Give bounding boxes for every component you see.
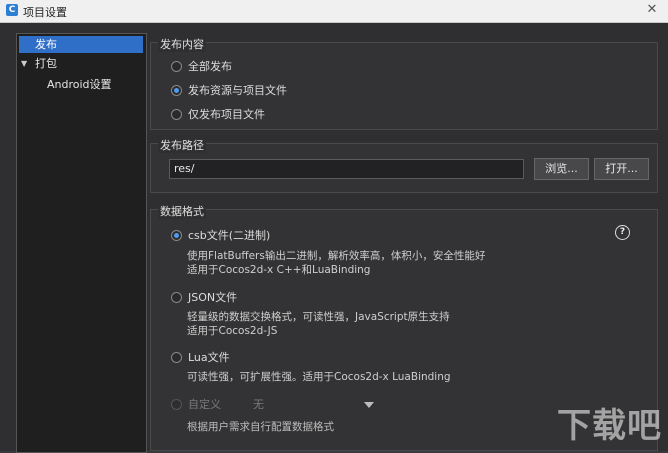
radio-publish-project-only[interactable]: 仅发布项目文件 xyxy=(171,107,265,123)
custom-description-line1: 根据用户需求自行配置数据格式 xyxy=(187,421,334,433)
radio-label: 发布资源与项目文件 xyxy=(188,84,287,97)
radio-publish-all[interactable]: 全部发布 xyxy=(171,59,232,75)
dropdown-arrow-icon[interactable] xyxy=(364,402,374,408)
settings-content: 发布内容 全部发布 发布资源与项目文件 仅发布项目文件 发布路径 res/ 浏览… xyxy=(148,30,660,451)
radio-label: 仅发布项目文件 xyxy=(188,108,265,121)
publish-content-group: 发布内容 全部发布 发布资源与项目文件 仅发布项目文件 xyxy=(150,36,658,130)
sidebar-item-package[interactable]: ▼ 打包 xyxy=(19,55,143,72)
radio-format-lua[interactable]: Lua文件 xyxy=(171,350,230,366)
radio-button[interactable] xyxy=(171,291,182,303)
close-icon[interactable]: ✕ xyxy=(644,2,660,18)
custom-format-combo-value[interactable]: 无 xyxy=(253,397,264,413)
radio-button[interactable] xyxy=(171,60,182,72)
publish-path-title: 发布路径 xyxy=(158,137,206,153)
radio-label: Lua文件 xyxy=(188,351,230,364)
radio-format-custom[interactable]: 自定义 无 xyxy=(171,397,391,413)
lua-description-line1: 可读性强，可扩展性强。适用于Cocos2d-x LuaBinding xyxy=(187,371,451,383)
sidebar-item-label: 打包 xyxy=(35,57,57,70)
radio-format-json[interactable]: JSON文件 xyxy=(171,290,237,306)
data-format-title: 数据格式 xyxy=(158,203,206,219)
radio-publish-resources-and-project[interactable]: 发布资源与项目文件 xyxy=(171,83,287,99)
csb-description-line2: 适用于Cocos2d-x C++和LuaBinding xyxy=(187,264,371,276)
watermark-logo: 下载吧 xyxy=(557,406,662,446)
sidebar-item-publish[interactable]: 发布 xyxy=(19,36,143,53)
radio-label: JSON文件 xyxy=(188,291,238,304)
radio-label: csb文件(二进制) xyxy=(188,229,271,242)
sidebar: 发布 ▼ 打包 Android设置 xyxy=(16,33,147,453)
radio-format-csb[interactable]: csb文件(二进制) xyxy=(171,228,270,244)
sidebar-item-android-settings[interactable]: Android设置 xyxy=(19,76,143,93)
sidebar-item-label: 发布 xyxy=(35,38,57,51)
publish-path-group: 发布路径 res/ 浏览... 打开... xyxy=(150,137,658,193)
publish-path-input[interactable]: res/ xyxy=(169,159,524,179)
csb-description-line1: 使用FlatBuffers输出二进制，解析效率高，体积小，安全性能好 xyxy=(187,250,486,262)
radio-button[interactable] xyxy=(171,229,182,241)
help-icon[interactable]: ? xyxy=(615,225,630,240)
open-button[interactable]: 打开... xyxy=(594,158,649,180)
radio-button[interactable] xyxy=(171,351,182,363)
publish-content-title: 发布内容 xyxy=(158,36,206,52)
app-icon: C xyxy=(6,4,18,16)
radio-button[interactable] xyxy=(171,398,182,410)
radio-label: 全部发布 xyxy=(188,60,232,73)
sidebar-item-label: Android设置 xyxy=(47,78,112,91)
browse-button[interactable]: 浏览... xyxy=(534,158,589,180)
json-description-line1: 轻量级的数据交换格式，可读性强，JavaScript原生支持 xyxy=(187,311,450,323)
title-bar: C 项目设置 ✕ xyxy=(0,0,668,23)
radio-button[interactable] xyxy=(171,84,182,96)
radio-button[interactable] xyxy=(171,108,182,120)
radio-label: 自定义 xyxy=(188,398,221,411)
json-description-line2: 适用于Cocos2d-JS xyxy=(187,325,278,337)
window-title: 项目设置 xyxy=(23,6,67,19)
chevron-down-icon[interactable]: ▼ xyxy=(21,55,27,72)
